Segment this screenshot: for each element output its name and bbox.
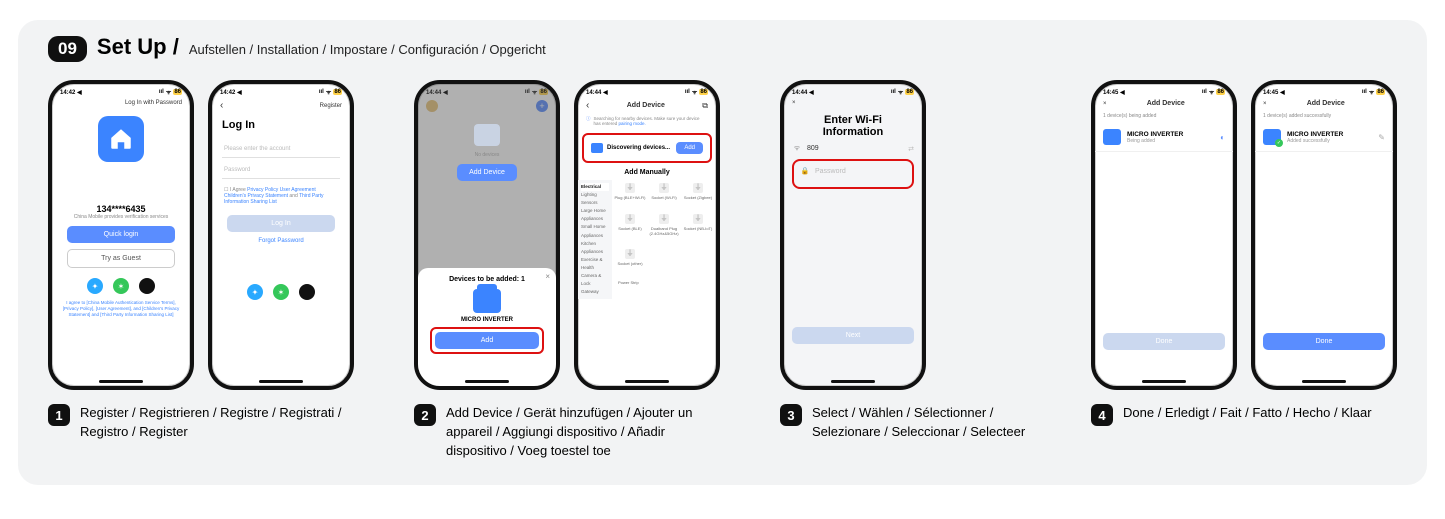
- login-password-link[interactable]: Log In with Password: [125, 100, 182, 106]
- caption-2: 2 Add Device / Gerät hinzufügen / Ajoute…: [414, 404, 720, 461]
- discovering-box: Discovering devices... Add: [582, 133, 712, 163]
- status-bar: 14:42 ◀ ıılᯤ86: [52, 84, 190, 98]
- step-1: 14:42 ◀ ıılᯤ86 Log In with Password 134*…: [48, 80, 354, 442]
- edit-icon[interactable]: ✎: [1378, 133, 1385, 142]
- add-device-button[interactable]: Add Device: [457, 164, 517, 181]
- masked-phone: 134****6435: [52, 204, 190, 214]
- spinner-icon: ◐: [1220, 133, 1225, 142]
- device-grid[interactable]: Plug (BLE+Wi-Fi) Socket (Wi-Fi) Socket (…: [612, 180, 716, 299]
- manual-categories: ElectricalLightingSensorsLarge Home Appl…: [578, 180, 716, 299]
- wechat-icon[interactable]: ✶: [113, 278, 129, 294]
- register-link[interactable]: Register: [320, 103, 342, 109]
- step-3: 14:44 ◀ıılᯤ86 × Enter Wi-Fi Information …: [780, 80, 1031, 442]
- close-icon[interactable]: ×: [545, 272, 550, 281]
- caption-3: 3 Select / Wählen / Sélectionner / Selez…: [780, 404, 1031, 442]
- no-devices-label: No devices: [418, 152, 556, 158]
- steps-row: 14:42 ◀ ıılᯤ86 Log In with Password 134*…: [48, 80, 1397, 461]
- device-row: ✓ MICRO INVERTERAdded successfully ✎: [1255, 123, 1393, 152]
- device-row: MICRO INVERTERBeing added ◐: [1095, 123, 1233, 152]
- home-indicator: [99, 380, 143, 383]
- app-logo-icon: [98, 116, 144, 162]
- device-name: MICRO INVERTER: [426, 317, 548, 323]
- page-title: Add Device: [1147, 100, 1185, 107]
- agree-checkbox[interactable]: ☐ I Agree Privacy Policy User Agreement …: [212, 183, 350, 209]
- phone-added: 14:45 ◀ıılᯤ86 ×Add Device 1 device(s) ad…: [1251, 80, 1397, 390]
- step-number: 09: [48, 36, 87, 62]
- location-icon: ◀: [77, 90, 82, 96]
- done-button-disabled: Done: [1103, 333, 1225, 350]
- login-title: Log In: [212, 113, 350, 137]
- quick-login-button[interactable]: Quick login: [67, 226, 175, 243]
- empty-home-icon: [474, 124, 500, 146]
- provider-note: China Mobile provides verification servi…: [52, 214, 190, 220]
- sheet-add-button[interactable]: Add: [435, 332, 539, 349]
- try-guest-button[interactable]: Try as Guest: [67, 249, 175, 268]
- close-icon[interactable]: ×: [792, 100, 796, 106]
- battery-icon: 86: [173, 89, 182, 95]
- wifi-title: Enter Wi-Fi Information: [784, 108, 922, 144]
- adding-sub: 1 device(s) being added: [1095, 109, 1233, 123]
- section-subtitle: Aufstellen / Installation / Impostare / …: [189, 42, 546, 57]
- legal-text: I agree to [China Mobile Authentication …: [52, 300, 190, 318]
- section-title: Set Up /: [97, 34, 179, 60]
- phone-login: 14:42 ◀ıılᯤ86 ‹Register Log In Please en…: [208, 80, 354, 390]
- success-check-icon: ✓: [1275, 139, 1283, 147]
- device-icon: [473, 289, 501, 313]
- phone-add-device: 14:44 ◀ıılᯤ86 ‹Add Device⧉ ⓘSearching fo…: [574, 80, 720, 390]
- social-logins: ✦ ✶: [52, 278, 190, 294]
- done-button[interactable]: Done: [1263, 333, 1385, 350]
- forgot-password-link[interactable]: Forgot Password: [212, 238, 350, 244]
- step-2: 14:44 ◀ıılᯤ86 + No devices Add Device × …: [414, 80, 720, 461]
- close-icon[interactable]: ×: [1103, 101, 1107, 107]
- page-title: Add Device: [627, 102, 665, 109]
- phone-wifi: 14:44 ◀ıılᯤ86 × Enter Wi-Fi Information …: [780, 80, 926, 390]
- close-icon[interactable]: ×: [1263, 101, 1267, 107]
- wechat-icon[interactable]: ✶: [273, 284, 289, 300]
- phone-home-add: 14:44 ◀ıılᯤ86 + No devices Add Device × …: [414, 80, 560, 390]
- add-manually-title: Add Manually: [578, 169, 716, 176]
- alipay-icon[interactable]: ✦: [87, 278, 103, 294]
- back-icon[interactable]: ‹: [220, 100, 223, 111]
- lock-icon: 🔒: [800, 167, 810, 175]
- caption-number: 1: [48, 404, 70, 426]
- apple-icon[interactable]: [299, 284, 315, 300]
- apple-icon[interactable]: [139, 278, 155, 294]
- section-header: 09 Set Up / Aufstellen / Installation / …: [48, 34, 1397, 62]
- category-sidebar[interactable]: ElectricalLightingSensorsLarge Home Appl…: [578, 180, 612, 299]
- info-icon: ⓘ: [586, 116, 591, 122]
- back-icon[interactable]: ‹: [586, 100, 589, 111]
- scan-icon[interactable]: ⧉: [702, 101, 708, 111]
- password-box: 🔒Password: [792, 159, 914, 189]
- signal-icon: ııl: [159, 89, 164, 95]
- phone-quicklogin: 14:42 ◀ ıılᯤ86 Log In with Password 134*…: [48, 80, 194, 390]
- ssid-row[interactable]: ᯤ809⇄: [792, 144, 914, 153]
- found-device-sheet: × Devices to be added: 1 MICRO INVERTER …: [418, 268, 556, 386]
- step-4: 14:45 ◀ıılᯤ86 ×Add Device 1 device(s) be…: [1091, 80, 1397, 426]
- caption-4: 4 Done / Erledigt / Fait / Fatto / Hecho…: [1091, 404, 1372, 426]
- next-button[interactable]: Next: [792, 327, 914, 344]
- wifi-small-icon: ᯤ: [792, 144, 802, 153]
- swap-network-icon[interactable]: ⇄: [908, 145, 914, 153]
- alipay-icon[interactable]: ✦: [247, 284, 263, 300]
- wifi-password-input[interactable]: 🔒Password: [800, 167, 906, 175]
- caption-1: 1 Register / Registrieren / Registre / R…: [48, 404, 354, 442]
- device-thumb-icon: [591, 143, 603, 153]
- phone-adding: 14:45 ◀ıılᯤ86 ×Add Device 1 device(s) be…: [1091, 80, 1237, 390]
- wifi-icon: ᯤ: [166, 88, 171, 96]
- login-button[interactable]: Log In: [227, 215, 335, 232]
- device-icon: [1103, 129, 1121, 145]
- manual-section-09: 09 Set Up / Aufstellen / Installation / …: [18, 20, 1427, 485]
- password-input[interactable]: Password: [222, 162, 340, 179]
- search-banner: ⓘSearching for nearby devices. Make sure…: [578, 113, 716, 129]
- page-title: Add Device: [1307, 100, 1345, 107]
- added-sub: 1 device(s) added successfully: [1255, 109, 1393, 123]
- account-input[interactable]: Please enter the account: [222, 141, 340, 158]
- sheet-title: Devices to be added: 1: [426, 276, 548, 283]
- add-found-button[interactable]: Add: [676, 142, 703, 154]
